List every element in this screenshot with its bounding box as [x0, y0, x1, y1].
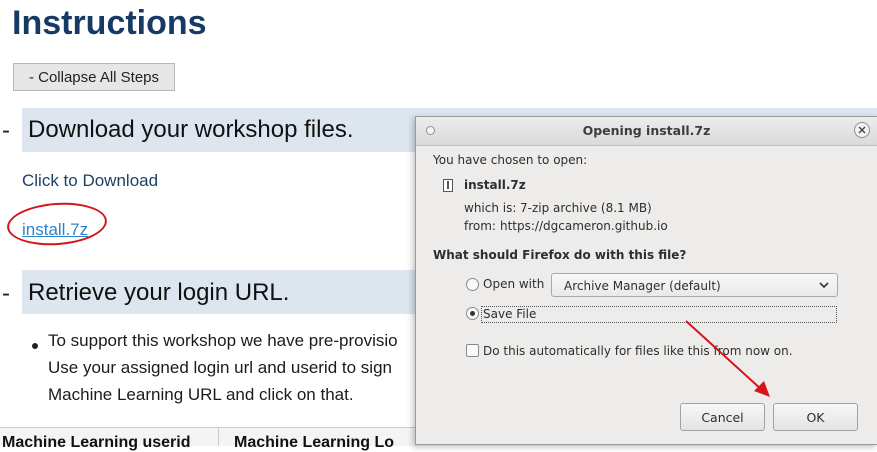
- collapse-all-steps-button[interactable]: - Collapse All Steps: [13, 63, 175, 91]
- auto-action-label[interactable]: Do this automatically for files like thi…: [483, 344, 793, 358]
- open-with-app-value: Archive Manager (default): [564, 279, 721, 293]
- auto-action-checkbox[interactable]: [466, 344, 479, 357]
- table-header-divider: [218, 428, 219, 446]
- open-with-label[interactable]: Open with: [483, 277, 544, 291]
- which-is-label: which is:: [464, 201, 517, 215]
- file-type-value: 7-zip archive (8.1 MB): [520, 201, 652, 215]
- bullet-line-3: Machine Learning URL and click on that.: [48, 385, 354, 404]
- cancel-button[interactable]: Cancel: [680, 403, 765, 431]
- chosen-to-open-label: You have chosen to open:: [433, 153, 588, 167]
- open-with-radio[interactable]: [466, 278, 479, 291]
- save-file-radio[interactable]: [466, 307, 479, 320]
- red-circle-annotation: [5, 199, 109, 249]
- file-source-value: https://dgcameron.github.io: [500, 219, 668, 233]
- file-name: install.7z: [464, 178, 526, 192]
- table-header-userid: Machine Learning userid: [2, 434, 191, 451]
- step-1-heading: Download your workshop files.: [28, 116, 354, 143]
- dialog-titlebar[interactable]: Opening install.7z: [416, 117, 877, 146]
- bullet-dot: [32, 343, 38, 349]
- close-icon[interactable]: [854, 122, 870, 138]
- step-2-heading: Retrieve your login URL.: [28, 279, 290, 306]
- bullet-line-1: To support this workshop we have pre-pro…: [48, 331, 398, 350]
- chevron-down-icon: [819, 282, 829, 289]
- save-file-label[interactable]: Save File: [483, 307, 536, 321]
- file-icon: [443, 179, 453, 192]
- ok-button[interactable]: OK: [773, 403, 858, 431]
- step-1-marker[interactable]: -: [2, 117, 10, 145]
- open-with-app-select[interactable]: Archive Manager (default): [551, 273, 838, 297]
- bullet-line-2: Use your assigned login url and userid t…: [48, 358, 392, 377]
- from-label: from:: [464, 219, 496, 233]
- step-2-marker[interactable]: -: [2, 280, 10, 308]
- table-header-login: Machine Learning Lo: [234, 434, 395, 451]
- dialog-title: Opening install.7z: [582, 123, 711, 138]
- page-title: Instructions: [12, 4, 207, 42]
- opening-file-dialog: Opening install.7z You have chosen to op…: [415, 116, 877, 445]
- action-question: What should Firefox do with this file?: [433, 248, 687, 262]
- click-to-download-label: Click to Download: [22, 171, 159, 190]
